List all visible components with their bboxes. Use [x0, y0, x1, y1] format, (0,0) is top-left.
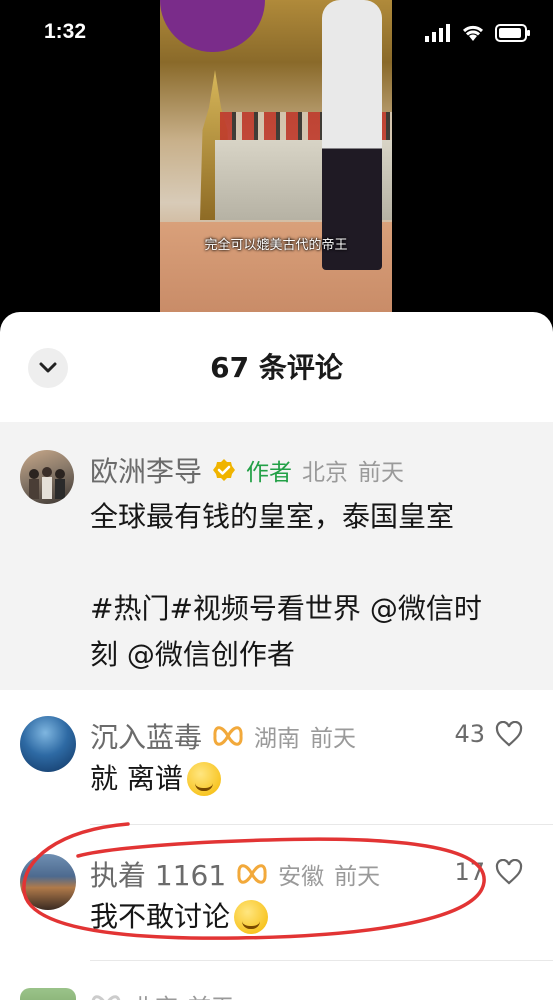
- wifi-icon: [462, 25, 484, 41]
- video-caption: 完全可以媲美古代的帝王: [204, 238, 348, 253]
- commenter-avatar[interactable]: [20, 988, 76, 1000]
- ribbon-icon: [237, 864, 267, 884]
- crying-laughing-emoji-icon: [234, 900, 269, 934]
- ribbon-icon: [91, 995, 121, 1000]
- status-bar: 1:32: [0, 0, 553, 70]
- comment-header-row: 沉入蓝毒 湖南 前天: [90, 716, 356, 756]
- status-icons: [425, 24, 531, 42]
- heart-icon: [495, 859, 523, 885]
- battery-icon: [495, 24, 530, 42]
- people-photo-icon: [29, 467, 65, 499]
- like-button[interactable]: 17: [454, 858, 523, 886]
- comment-text-row: 我不敢讨论: [90, 894, 269, 940]
- heart-icon: [495, 721, 523, 747]
- comment-header-row: 北京 前天: [90, 988, 234, 1000]
- comment-text: 我不敢讨论: [90, 900, 231, 933]
- commenter-avatar[interactable]: [20, 854, 76, 910]
- comments-title: 67 条评论: [210, 351, 343, 384]
- author-badge: 作者: [246, 460, 293, 486]
- like-button[interactable]: 43: [454, 720, 523, 748]
- commenter-name[interactable]: 执着 1161: [90, 854, 226, 894]
- author-location: 北京: [302, 460, 349, 486]
- comment-text: 就 离谱: [90, 762, 183, 795]
- comment-location: 北京: [132, 988, 178, 1000]
- author-text-line2: #热门#视频号看世界 @微信时: [90, 592, 482, 625]
- comment-text-row: 就 离谱: [90, 756, 221, 802]
- status-time: 1:32: [44, 20, 87, 43]
- comment-header-row: 执着 1161 安徽 前天: [90, 854, 380, 894]
- author-comment[interactable]: 欧洲李导 作者 北京 前天 全球最有钱的皇室，泰国皇室 #热门#视频号看世界 @…: [0, 422, 553, 690]
- commenter-name[interactable]: 沉入蓝毒: [90, 716, 202, 756]
- divider: [90, 960, 553, 961]
- like-count: 43: [454, 720, 485, 748]
- verified-badge-icon: [213, 459, 236, 481]
- comment-time: 前天: [188, 988, 234, 1000]
- comment-time: 前天: [334, 864, 381, 890]
- sheet-header: 67 条评论: [0, 312, 553, 424]
- sweat-smile-emoji-icon: [186, 762, 221, 796]
- comments-sheet: 67 条评论 欧洲李导 作者 北京 前天 全球最有钱的皇室，泰国皇室 #热门#视…: [0, 312, 553, 1000]
- signal-icon: [425, 24, 450, 42]
- divider: [90, 824, 553, 825]
- author-time: 前天: [358, 460, 405, 486]
- comment-location: 安徽: [278, 864, 325, 890]
- author-name[interactable]: 欧洲李导: [90, 450, 202, 490]
- author-avatar[interactable]: [20, 450, 74, 504]
- author-text-line3: 刻 @微信创作者: [90, 638, 295, 671]
- author-comment-text: 全球最有钱的皇室，泰国皇室 #热门#视频号看世界 @微信时 刻 @微信创作者: [90, 494, 482, 678]
- author-text-line1: 全球最有钱的皇室，泰国皇室: [90, 500, 455, 533]
- comment-time: 前天: [310, 726, 357, 752]
- like-count: 17: [454, 858, 485, 886]
- author-header-row: 欧洲李导 作者 北京 前天: [90, 450, 404, 490]
- ribbon-icon: [213, 726, 243, 746]
- commenter-avatar[interactable]: [20, 716, 76, 772]
- comment-location: 湖南: [254, 726, 301, 752]
